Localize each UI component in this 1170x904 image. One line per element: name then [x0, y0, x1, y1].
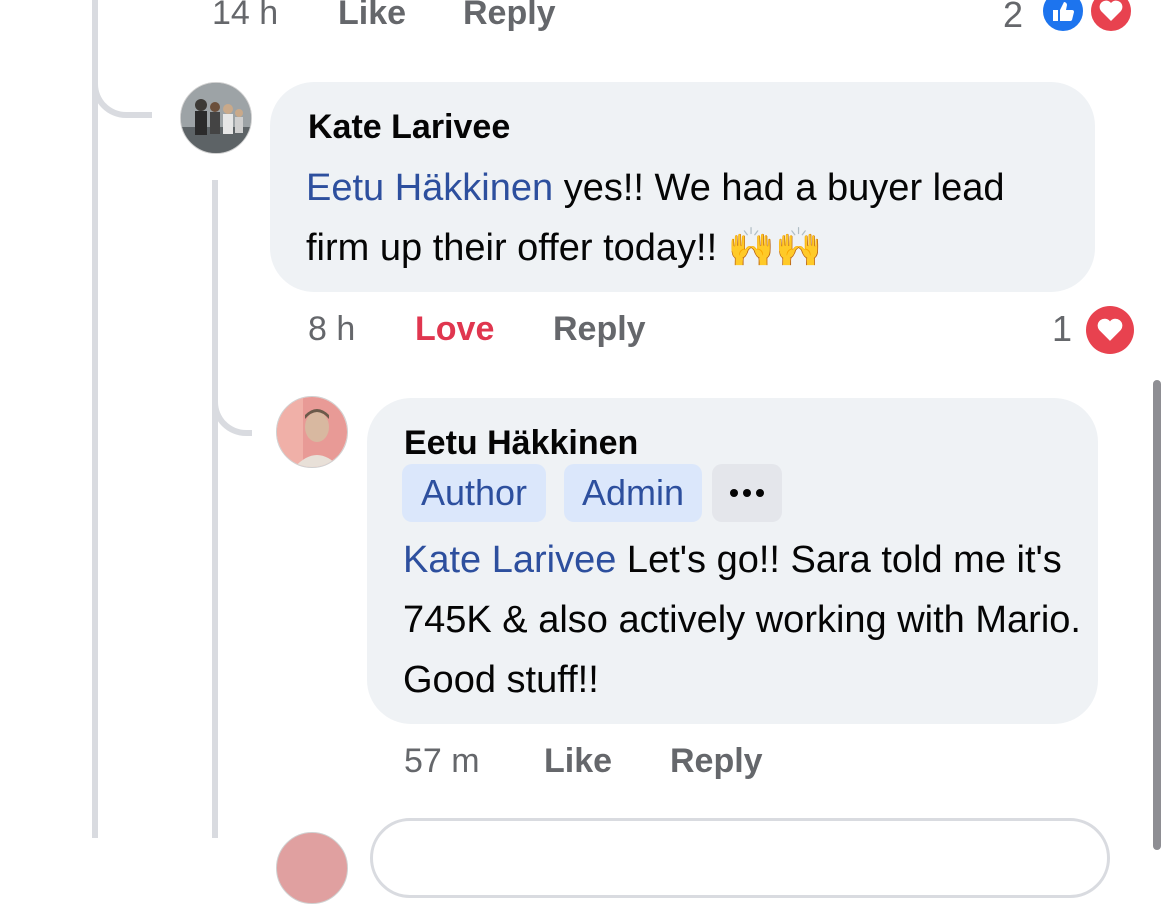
like-button-eetu[interactable]: Like — [544, 742, 612, 781]
top-comment-time: 14 h — [212, 0, 279, 32]
thread-line-outer — [92, 0, 98, 838]
comment-time-kate[interactable]: 8 h — [308, 310, 355, 349]
top-reply-button[interactable]: Reply — [463, 0, 556, 33]
thread-connector-kate — [92, 0, 152, 118]
comment-text-kate: Eetu Häkkinen yes!! We had a buyer lead … — [306, 158, 1076, 278]
comment-author-kate[interactable]: Kate Larivee — [308, 108, 510, 147]
reaction-count-kate[interactable]: 1 — [1052, 308, 1072, 350]
comment-text-eetu: Kate Larivee Let's go!! Sara told me it'… — [403, 530, 1093, 710]
thread-line-kate — [212, 180, 218, 838]
reply-composer[interactable] — [370, 818, 1110, 898]
author-badge[interactable]: Author — [402, 464, 546, 522]
love-reaction-button[interactable]: Love — [415, 310, 494, 349]
top-like-button[interactable]: Like — [338, 0, 406, 33]
comment-time-eetu[interactable]: 57 m — [404, 742, 480, 781]
like-icon — [1040, 0, 1086, 34]
comment-author-eetu[interactable]: Eetu Häkkinen — [404, 424, 638, 463]
thread-connector-eetu — [212, 360, 252, 436]
avatar-eetu[interactable] — [276, 396, 348, 468]
heart-icon — [1088, 0, 1134, 34]
mention-kate[interactable]: Kate Larivee — [403, 539, 616, 581]
reply-button-kate[interactable]: Reply — [553, 310, 646, 349]
scrollbar[interactable] — [1153, 380, 1161, 850]
more-icon[interactable] — [712, 464, 782, 522]
heart-icon — [1086, 306, 1134, 354]
reply-button-eetu[interactable]: Reply — [670, 742, 763, 781]
top-reaction-count[interactable]: 2 — [1003, 0, 1023, 36]
mention-eetu[interactable]: Eetu Häkkinen — [306, 167, 553, 209]
admin-badge[interactable]: Admin — [564, 464, 702, 522]
avatar-composer[interactable] — [276, 832, 348, 904]
avatar-kate[interactable] — [180, 82, 252, 154]
